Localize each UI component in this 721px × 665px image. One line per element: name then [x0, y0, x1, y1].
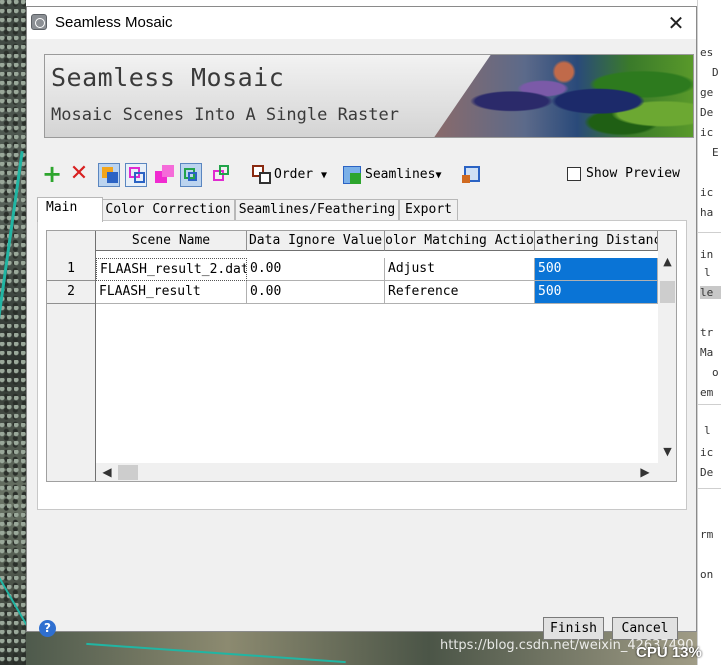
background-panel: es D ge De ic E ic ha in l le tr Ma o em…	[697, 0, 721, 665]
tab-color-correction[interactable]: Color Correction	[101, 199, 235, 221]
table-cell[interactable]: 0.00	[247, 258, 385, 281]
background-text: ic	[700, 186, 714, 199]
background-text: l	[704, 424, 711, 437]
scrollbar-thumb[interactable]	[660, 281, 675, 303]
scroll-up-icon[interactable]: ▲	[659, 255, 676, 269]
help-icon[interactable]: ?	[39, 620, 56, 637]
show-preview-label: Show Preview	[586, 166, 680, 181]
plus-icon: +	[41, 160, 63, 188]
row-number[interactable]: 2	[47, 281, 95, 304]
seamlines-dropdown-button[interactable]: Seamlines▼	[341, 163, 451, 187]
background-text: l	[704, 266, 711, 279]
title-bar[interactable]: Seamless Mosaic ✕	[27, 7, 696, 39]
chevron-down-icon: ▼	[320, 170, 327, 181]
column-header-color-matching-action[interactable]: olor Matching Actio	[385, 231, 535, 251]
add-scene-button[interactable]: +	[41, 160, 63, 188]
vertical-scrollbar[interactable]: ▲ ▼	[659, 251, 676, 463]
background-text: De	[700, 466, 714, 479]
tab-main[interactable]: Main	[37, 197, 103, 222]
table-cell[interactable]: FLAASH_result_2.dat	[96, 258, 247, 281]
vector-line	[86, 642, 346, 664]
vector-line	[0, 150, 24, 390]
background-text: D	[712, 66, 719, 79]
seamlines-label: Seamlines	[365, 167, 436, 182]
column-header-scene-name[interactable]: Scene Name	[96, 231, 247, 251]
background-text: em	[700, 386, 714, 399]
toolbar: + ✕ Order ▼ Seamlines▼ Show Preview	[41, 160, 691, 189]
table-data-region: Scene Name Data Ignore Value olor Matchi…	[96, 231, 658, 463]
background-text: ic	[700, 126, 714, 139]
order-label: Order	[274, 167, 314, 182]
order-dropdown-button[interactable]: Order ▼	[250, 163, 330, 187]
banner-subtitle: Mosaic Scenes Into A Single Raster	[51, 105, 399, 125]
background-text: tr	[700, 326, 714, 339]
table-cell[interactable]: Adjust	[385, 258, 535, 281]
background-text: De	[700, 106, 714, 119]
vector-line	[0, 565, 26, 645]
chevron-down-icon: ▼	[435, 170, 442, 181]
table-corner	[47, 231, 95, 251]
close-button[interactable]: ✕	[658, 9, 694, 37]
layer-tool-button-2[interactable]	[125, 163, 147, 187]
scroll-left-icon[interactable]: ◀	[100, 464, 114, 481]
row-header-column: 1 2	[47, 231, 96, 481]
column-header-data-ignore-value[interactable]: Data Ignore Value	[247, 231, 385, 251]
tab-export[interactable]: Export	[399, 199, 458, 221]
main-tab-panel: 1 2 Scene Name Data Ignore Value olor Ma…	[37, 220, 687, 510]
table-cell[interactable]: 500	[535, 258, 658, 281]
horizontal-scrollbar[interactable]: ◀ ▶	[96, 464, 659, 481]
table-cell[interactable]: Reference	[385, 281, 535, 304]
background-imagery	[0, 0, 26, 665]
background-text: o	[712, 366, 719, 379]
show-preview-checkbox[interactable]: Show Preview	[567, 166, 717, 186]
banner: Seamless Mosaic Mosaic Scenes Into A Sin…	[44, 54, 694, 138]
background-text: in	[700, 248, 714, 261]
table-cell[interactable]: 0.00	[247, 281, 385, 304]
column-header-feathering-distance[interactable]: athering Distanc	[535, 231, 658, 251]
background-text: le	[700, 286, 721, 299]
table-cell[interactable]: FLAASH_result	[96, 281, 247, 304]
background-text: ge	[700, 86, 714, 99]
remove-x-icon: ✕	[69, 161, 89, 186]
background-text: Ma	[700, 346, 714, 359]
background-text: es	[700, 46, 714, 59]
layer-tool-button-4[interactable]	[180, 163, 202, 187]
app-icon	[31, 14, 47, 30]
tab-seamlines-feathering[interactable]: Seamlines/Feathering	[235, 199, 399, 221]
cpu-usage-badge: CPU 13%	[636, 644, 702, 661]
finish-button[interactable]: Finish	[543, 617, 604, 640]
preview-extent-button[interactable]	[461, 163, 483, 187]
background-text: on	[700, 568, 714, 581]
remove-scene-button[interactable]: ✕	[68, 163, 90, 187]
layer-tool-button-1[interactable]	[98, 163, 120, 187]
satellite-image	[433, 55, 693, 137]
banner-title: Seamless Mosaic	[51, 63, 285, 92]
layer-tool-button-3[interactable]	[153, 163, 175, 187]
row-number[interactable]: 1	[47, 258, 95, 281]
seamless-mosaic-dialog: Seamless Mosaic ✕ Seamless Mosaic Mosaic…	[26, 6, 697, 640]
scrollbar-thumb[interactable]	[118, 465, 138, 480]
checkbox-box[interactable]	[567, 167, 581, 181]
background-text: ha	[700, 206, 714, 219]
background-text: rm	[700, 528, 714, 541]
scene-table: 1 2 Scene Name Data Ignore Value olor Ma…	[46, 230, 677, 482]
background-text: E	[712, 146, 719, 159]
layer-tool-button-5[interactable]	[209, 163, 231, 187]
scroll-right-icon[interactable]: ▶	[638, 464, 652, 481]
scroll-down-icon[interactable]: ▼	[659, 445, 676, 459]
background-text: ic	[700, 446, 714, 459]
cancel-button[interactable]: Cancel	[612, 617, 678, 640]
table-cell[interactable]: 500	[535, 281, 658, 304]
window-title: Seamless Mosaic	[55, 14, 173, 31]
